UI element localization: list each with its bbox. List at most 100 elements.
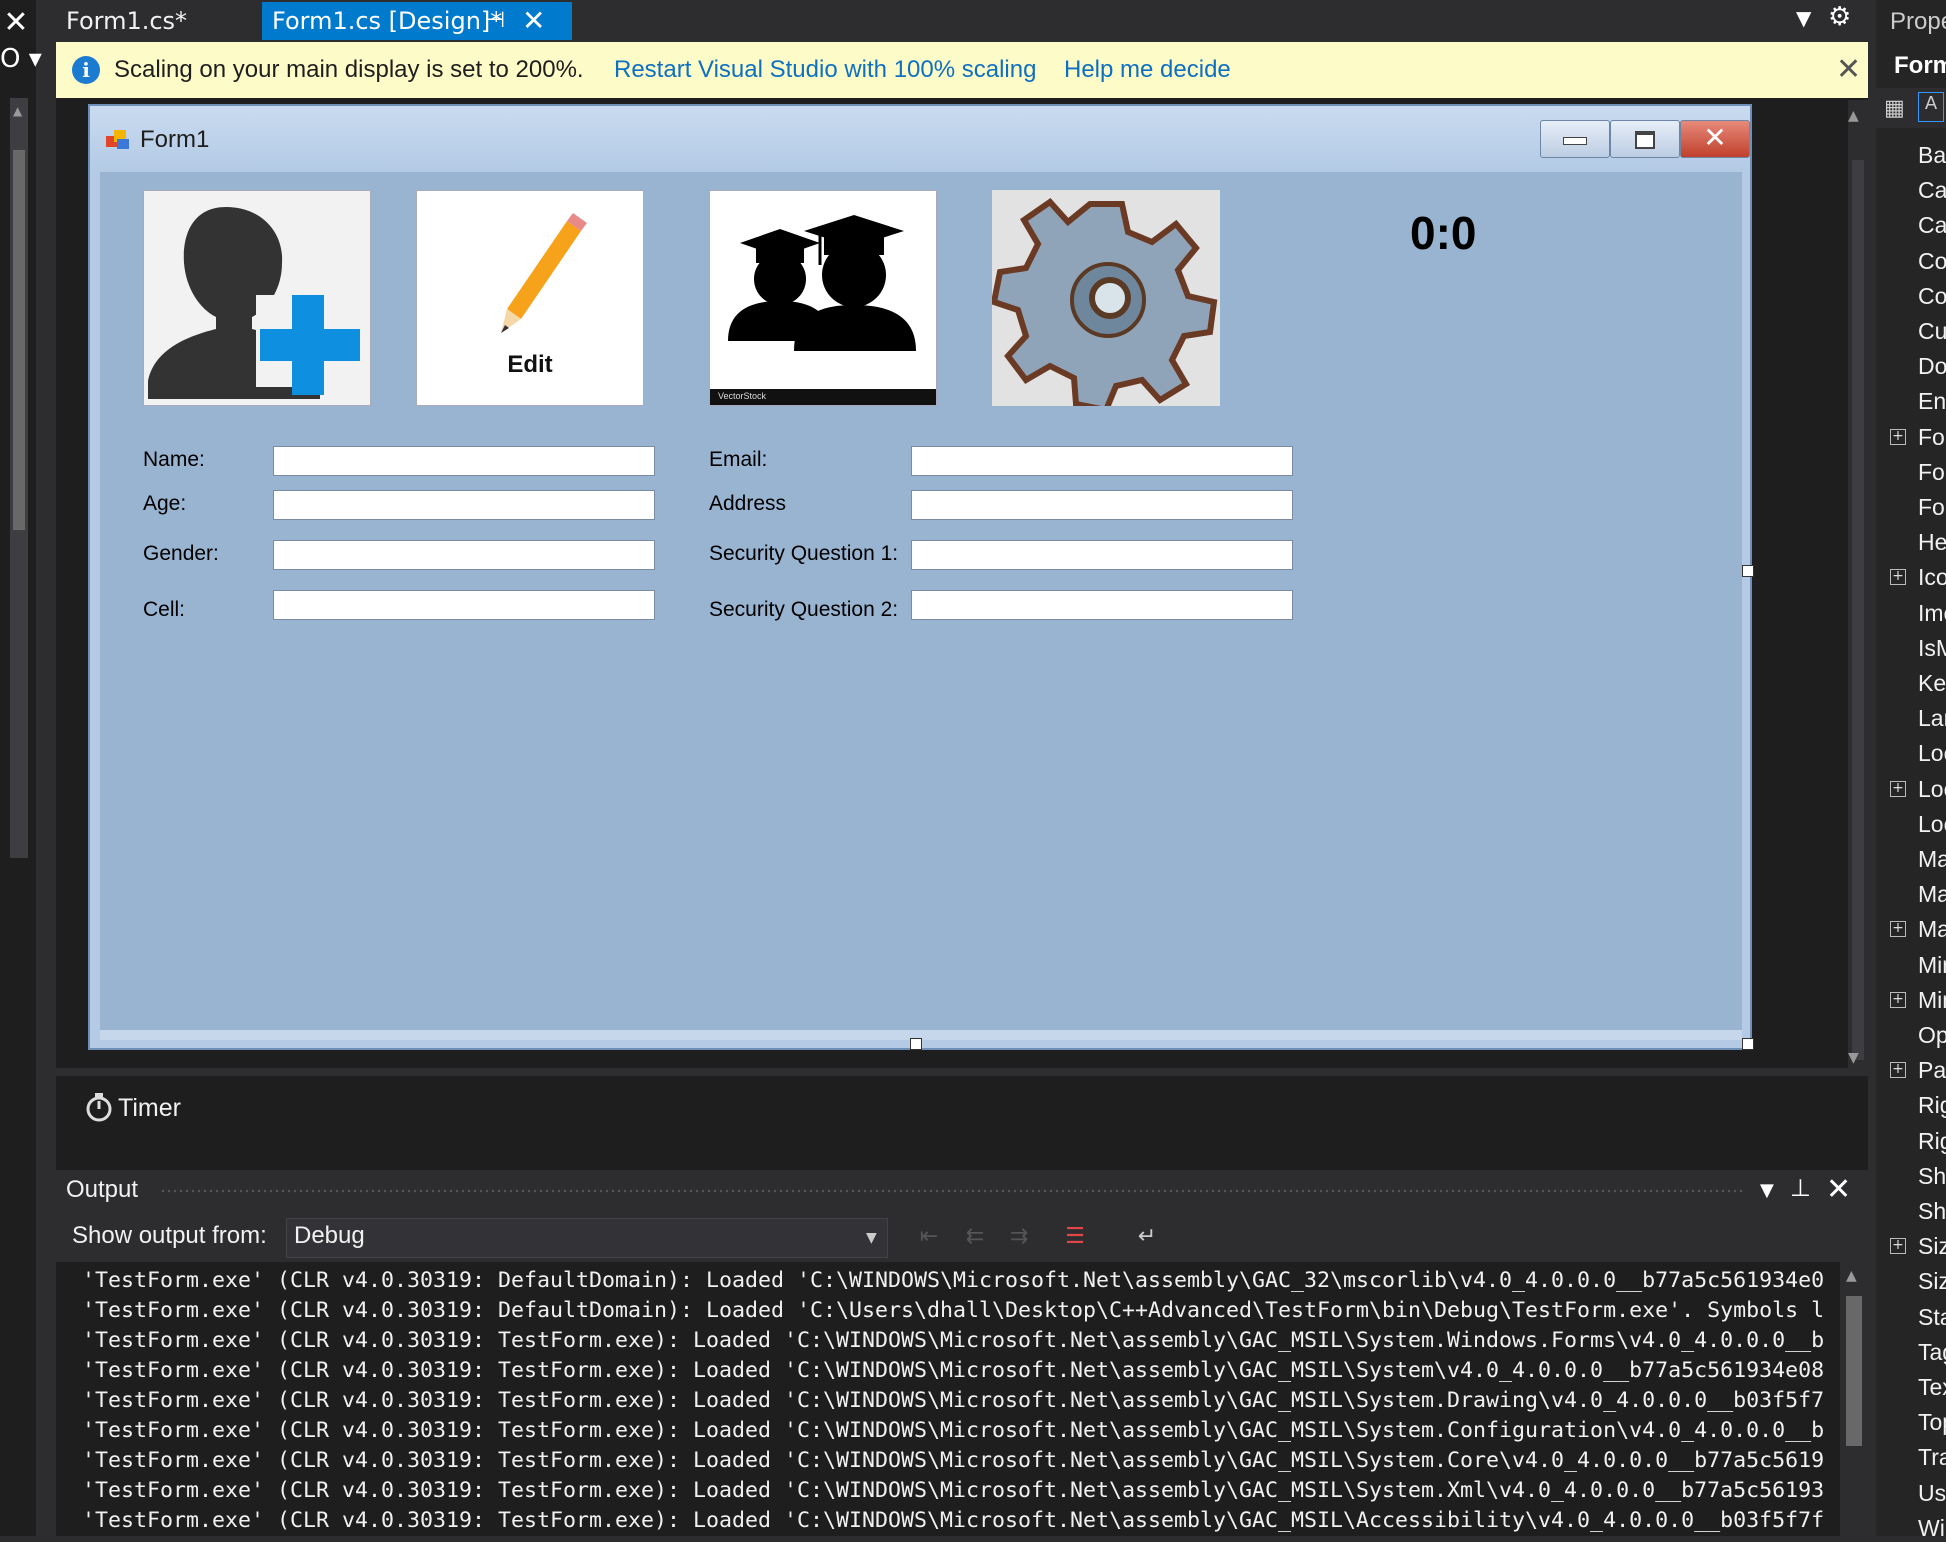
property-name[interactable]: Loca	[1918, 776, 1946, 803]
close-icon[interactable]: ✕	[1826, 1172, 1851, 1207]
clear-all-icon[interactable]: ☰	[1058, 1220, 1092, 1254]
scroll-down-icon[interactable]: ▼	[1848, 1050, 1859, 1066]
property-name[interactable]: Lock	[1918, 811, 1946, 838]
security-question-1-field[interactable]	[911, 540, 1293, 570]
scroll-up-icon[interactable]: ▲	[1846, 1268, 1857, 1284]
output-scrollbar-thumb[interactable]	[1846, 1296, 1862, 1446]
property-name[interactable]: Start	[1918, 1304, 1946, 1331]
property-name[interactable]: Size	[1918, 1268, 1946, 1295]
property-name[interactable]: Imel	[1918, 600, 1946, 627]
scroll-up-icon[interactable]: ▲	[13, 104, 22, 118]
property-name[interactable]: Padd	[1918, 1057, 1946, 1084]
previous-message-icon[interactable]: ⇇	[958, 1220, 992, 1254]
cell-field[interactable]	[273, 590, 655, 620]
property-name[interactable]: Font	[1918, 424, 1946, 451]
students-picture[interactable]: VectorStock	[709, 190, 937, 406]
form-title-bar[interactable]	[90, 106, 1750, 170]
panel-drag-grip[interactable]	[160, 1188, 1746, 1194]
close-tab-icon[interactable]: ✕	[522, 2, 545, 40]
panel-splitter[interactable]	[1868, 0, 1876, 1536]
property-name[interactable]: Canc	[1918, 177, 1946, 204]
resize-handle-right[interactable]	[1742, 565, 1754, 577]
settings-picture[interactable]	[990, 190, 1220, 414]
property-name[interactable]: Tran	[1918, 1444, 1946, 1471]
resize-handle-bottom-right[interactable]	[1742, 1038, 1754, 1050]
property-name[interactable]: Form	[1918, 494, 1946, 521]
tab-form1-code[interactable]: Form1.cs*	[56, 2, 197, 40]
property-name[interactable]: Righ	[1918, 1128, 1946, 1155]
property-name[interactable]: Tag	[1918, 1339, 1946, 1366]
property-name[interactable]: Win	[1918, 1515, 1946, 1542]
edit-picture[interactable]: Edit	[416, 190, 644, 406]
close-icon[interactable]: ✕	[0, 6, 32, 40]
property-name[interactable]: Size	[1918, 1233, 1946, 1260]
gender-field[interactable]	[273, 540, 655, 570]
email-field[interactable]	[911, 446, 1293, 476]
property-name[interactable]: Lang	[1918, 705, 1946, 732]
property-name[interactable]: Back	[1918, 142, 1946, 169]
alphabetical-icon[interactable]: A	[1918, 92, 1944, 122]
property-name[interactable]: UseV	[1918, 1480, 1946, 1507]
maximize-button[interactable]	[1610, 120, 1680, 158]
restart-scaling-link[interactable]: Restart Visual Studio with 100% scaling	[614, 56, 1036, 84]
property-name[interactable]: IsMd	[1918, 635, 1946, 662]
left-scrollbar-thumb[interactable]	[13, 150, 25, 530]
security-question-2-field[interactable]	[911, 590, 1293, 620]
property-name[interactable]: Con	[1918, 248, 1946, 275]
property-name[interactable]: Dou	[1918, 353, 1946, 380]
go-to-location-icon[interactable]: ⇤	[912, 1220, 946, 1254]
categorized-icon[interactable]: ▦	[1884, 96, 1905, 121]
left-panel-dropdown[interactable]: O ▾	[0, 44, 42, 74]
property-name[interactable]: Righ	[1918, 1092, 1946, 1119]
property-name[interactable]: Mini	[1918, 952, 1946, 979]
form-close-button[interactable]: ✕	[1680, 120, 1750, 158]
expand-icon[interactable]: +	[1890, 780, 1906, 797]
property-name[interactable]: Opa	[1918, 1022, 1946, 1049]
property-name[interactable]: KeyI	[1918, 670, 1946, 697]
resize-handle-bottom[interactable]	[910, 1038, 922, 1050]
expand-icon[interactable]: +	[1890, 921, 1906, 938]
property-name[interactable]: Enab	[1918, 388, 1946, 415]
designer-scrollbar-thumb[interactable]	[1852, 160, 1864, 1060]
property-name[interactable]: Curs	[1918, 318, 1946, 345]
property-name[interactable]: Max	[1918, 916, 1946, 943]
property-name[interactable]: Main	[1918, 846, 1946, 873]
property-name[interactable]: TopI	[1918, 1409, 1946, 1436]
output-source-select[interactable]	[286, 1218, 888, 1258]
timer-component[interactable]: Timer	[118, 1094, 181, 1123]
property-name[interactable]: Help	[1918, 529, 1946, 556]
add-user-picture[interactable]	[143, 190, 371, 406]
property-name[interactable]: Mini	[1918, 987, 1946, 1014]
pin-icon[interactable]: ⊣	[486, 2, 505, 40]
tab-list-dropdown-icon[interactable]: ▼	[1796, 6, 1811, 30]
minimize-button[interactable]	[1540, 120, 1610, 158]
tab-form1-design[interactable]: Form1.cs [Design]* ⊣ ✕	[262, 2, 572, 40]
chevron-down-icon[interactable]: ▼	[866, 1230, 877, 1246]
help-me-decide-link[interactable]: Help me decide	[1064, 56, 1231, 84]
property-name[interactable]: Shov	[1918, 1163, 1946, 1190]
name-field[interactable]	[273, 446, 655, 476]
expand-icon[interactable]: +	[1890, 1062, 1906, 1079]
gear-icon[interactable]: ⚙	[1828, 2, 1851, 32]
property-name[interactable]: Con	[1918, 283, 1946, 310]
property-name[interactable]: Max	[1918, 881, 1946, 908]
expand-icon[interactable]: +	[1890, 991, 1906, 1008]
property-name[interactable]: Fore	[1918, 459, 1946, 486]
property-name[interactable]: Text	[1918, 1374, 1946, 1401]
next-message-icon[interactable]: ⇉	[1002, 1220, 1036, 1254]
expand-icon[interactable]: +	[1890, 428, 1906, 445]
property-name[interactable]: Icon	[1918, 564, 1946, 591]
property-name[interactable]: Caus	[1918, 212, 1946, 239]
expand-icon[interactable]: +	[1890, 1238, 1906, 1255]
address-field[interactable]	[911, 490, 1293, 520]
window-position-dropdown-icon[interactable]: ▼	[1760, 1180, 1774, 1201]
close-icon[interactable]: ✕	[1836, 52, 1861, 87]
property-name[interactable]: Shov	[1918, 1198, 1946, 1225]
address-label: Address	[709, 492, 787, 515]
word-wrap-icon[interactable]: ↵	[1130, 1220, 1164, 1254]
scroll-up-icon[interactable]: ▲	[1848, 108, 1859, 124]
expand-icon[interactable]: +	[1890, 569, 1906, 586]
property-name[interactable]: Loca	[1918, 740, 1946, 767]
age-field[interactable]	[273, 490, 655, 520]
pin-icon[interactable]: ⊥	[1790, 1174, 1811, 1202]
